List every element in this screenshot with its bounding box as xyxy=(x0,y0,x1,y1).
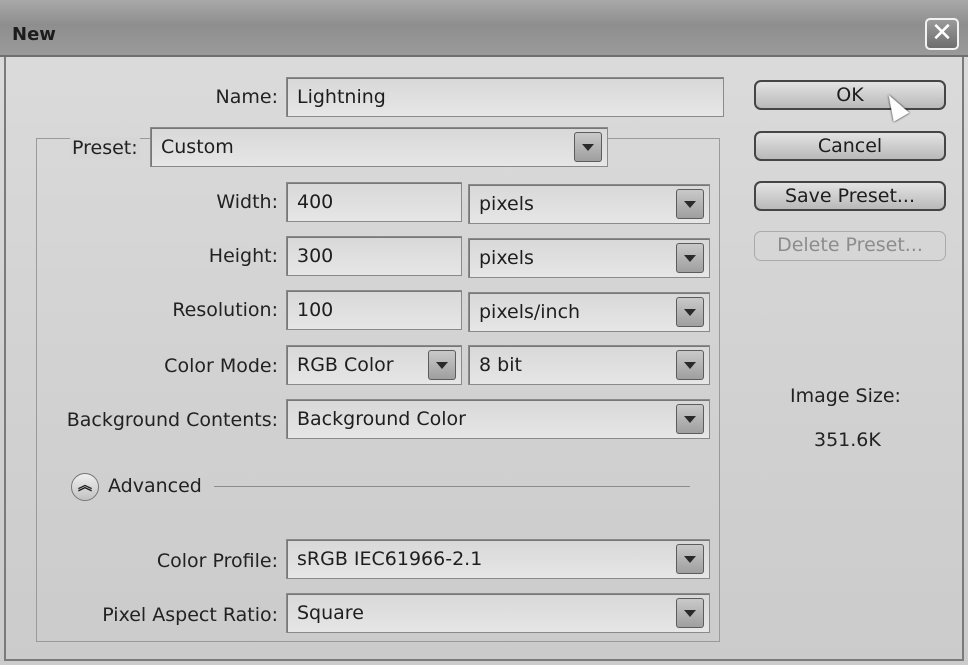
pixel-aspect-ratio-label: Pixel Aspect Ratio: xyxy=(102,604,278,626)
dialog-title: New xyxy=(12,24,56,45)
close-button[interactable]: ✕ xyxy=(925,18,959,50)
background-contents-value: Background Color xyxy=(297,408,466,430)
height-unit-value: pixels xyxy=(479,247,534,269)
background-contents-label: Background Contents: xyxy=(66,409,278,431)
width-unit-value: pixels xyxy=(479,193,534,215)
pixel-aspect-ratio-select[interactable]: Square xyxy=(286,593,710,633)
color-profile-label: Color Profile: xyxy=(156,550,278,572)
preset-select[interactable]: Custom xyxy=(150,127,608,167)
advanced-divider xyxy=(214,486,690,487)
chevron-down-icon[interactable] xyxy=(574,132,602,162)
width-input[interactable]: 400 xyxy=(286,182,462,222)
color-profile-select[interactable]: sRGB IEC61966-2.1 xyxy=(286,539,710,579)
color-mode-select[interactable]: RGB Color xyxy=(286,345,462,385)
height-input[interactable]: 300 xyxy=(286,236,462,276)
width-label: Width: xyxy=(216,191,278,213)
name-label: Name: xyxy=(215,86,278,108)
chevron-down-icon[interactable] xyxy=(676,297,704,327)
height-unit-select[interactable]: pixels xyxy=(468,238,710,278)
color-mode-label: Color Mode: xyxy=(164,355,278,377)
double-chevron-up-icon: ︽ xyxy=(78,478,92,494)
advanced-toggle-button[interactable]: ︽ xyxy=(71,473,99,501)
image-size-value: 351.6K xyxy=(814,429,881,451)
pixel-aspect-ratio-value: Square xyxy=(297,602,364,624)
chevron-down-icon[interactable] xyxy=(428,350,456,380)
title-bar[interactable]: New ✕ xyxy=(0,0,968,57)
save-preset-button[interactable]: Save Preset... xyxy=(754,181,946,211)
chevron-down-icon[interactable] xyxy=(676,404,704,434)
preset-label: Preset: xyxy=(70,137,140,159)
advanced-label[interactable]: Advanced xyxy=(108,475,202,497)
color-mode-value: RGB Color xyxy=(297,354,394,376)
bit-depth-value: 8 bit xyxy=(479,354,522,376)
chevron-down-icon[interactable] xyxy=(676,544,704,574)
preset-value: Custom xyxy=(161,136,234,158)
chevron-down-icon[interactable] xyxy=(676,598,704,628)
new-document-dialog: New ✕ Name: Lightning Preset: Custom Wid… xyxy=(0,0,968,665)
chevron-down-icon[interactable] xyxy=(676,243,704,273)
color-profile-value: sRGB IEC61966-2.1 xyxy=(297,548,483,570)
resolution-input[interactable]: 100 xyxy=(286,290,462,330)
delete-preset-button: Delete Preset... xyxy=(754,231,946,261)
background-contents-select[interactable]: Background Color xyxy=(286,399,710,439)
name-field[interactable]: Lightning xyxy=(286,77,724,117)
image-size-label: Image Size: xyxy=(790,385,901,407)
bit-depth-select[interactable]: 8 bit xyxy=(468,345,710,385)
width-unit-select[interactable]: pixels xyxy=(468,184,710,224)
resolution-label: Resolution: xyxy=(172,299,278,321)
chevron-down-icon[interactable] xyxy=(676,350,704,380)
resolution-unit-select[interactable]: pixels/inch xyxy=(468,292,710,332)
resolution-unit-value: pixels/inch xyxy=(479,301,581,323)
chevron-down-icon[interactable] xyxy=(676,189,704,219)
height-label: Height: xyxy=(208,245,278,267)
close-icon: ✕ xyxy=(931,18,953,48)
cancel-button[interactable]: Cancel xyxy=(754,131,946,161)
ok-button[interactable]: OK xyxy=(754,80,946,110)
